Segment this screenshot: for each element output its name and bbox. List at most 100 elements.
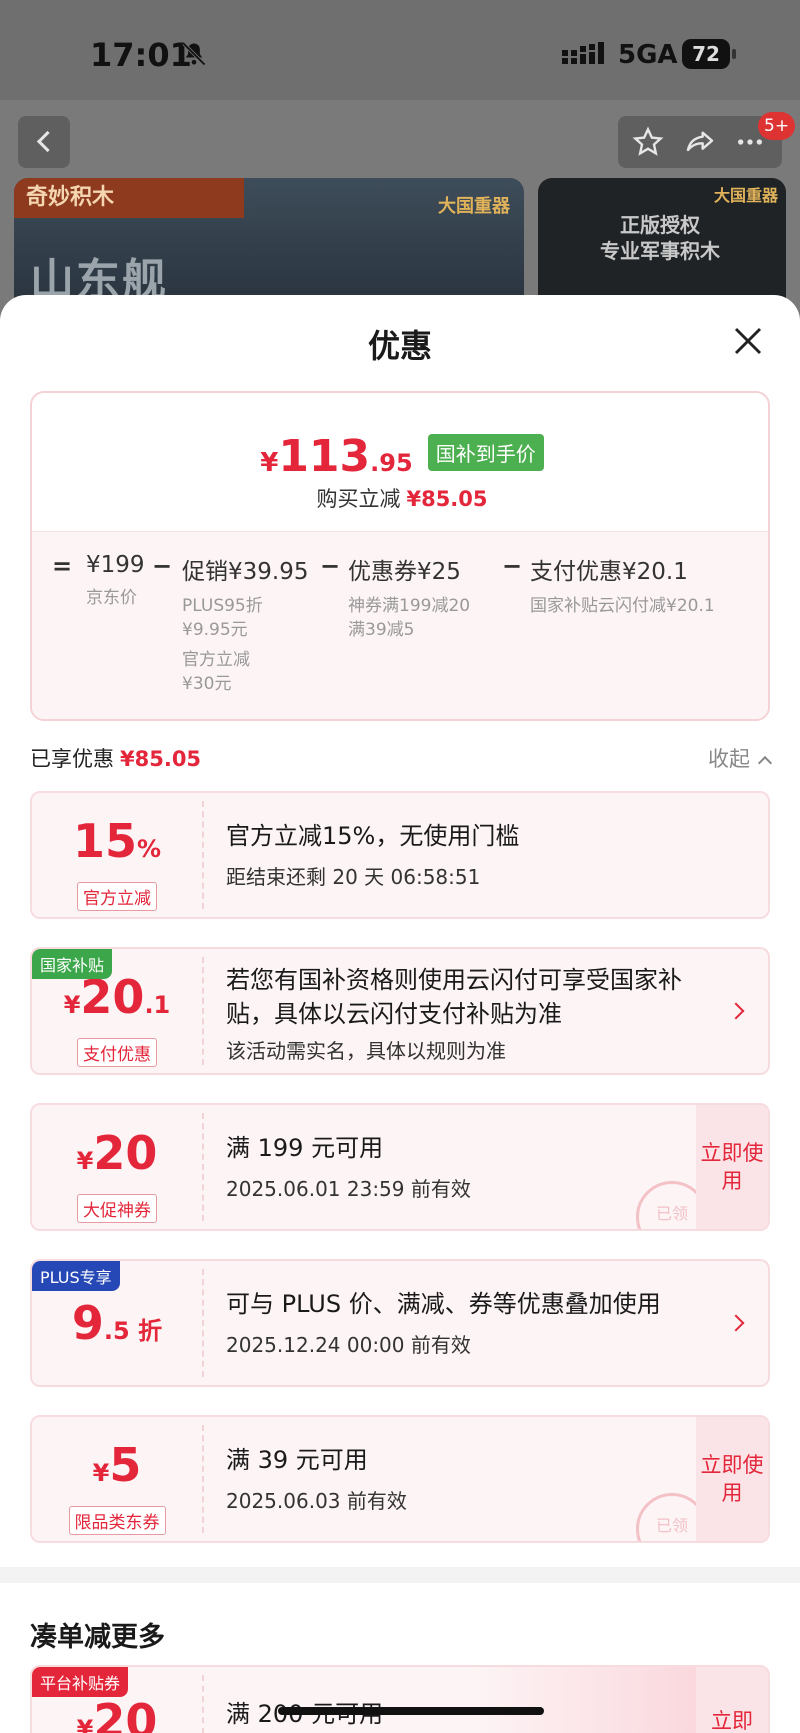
coupon-amount-small: .1 bbox=[144, 991, 171, 1019]
breakdown-jd-price: ¥199 京东价 bbox=[86, 552, 145, 610]
coupon-amount: 9.5 折 bbox=[32, 1299, 202, 1358]
banner-right-line2: 专业军事积木 bbox=[600, 239, 720, 263]
coupon-divider bbox=[202, 1269, 204, 1377]
chevron-right-icon[interactable] bbox=[727, 1002, 745, 1020]
back-button[interactable] bbox=[18, 116, 70, 168]
coupon-body: 官方立减15%，无使用门槛 距结束还剩 20 天 06:58:51 bbox=[226, 819, 726, 890]
banner-title: 山东舰 bbox=[30, 255, 168, 298]
minus-sign: − bbox=[152, 552, 173, 580]
use-now-button[interactable]: 立即使用 bbox=[696, 1417, 768, 1541]
coupon-platform-subsidy[interactable]: 平台补贴券 ¥20 满 200 元可用 立即 bbox=[30, 1665, 770, 1733]
status-time: 17:01 bbox=[90, 36, 192, 74]
coupon-national-subsidy[interactable]: ¥20.1 支付优惠 国家补贴 若您有国补资格则使用云闪付可享受国家补贴，具体以… bbox=[30, 947, 770, 1075]
coupon-corner-tag: 国家补贴 bbox=[32, 949, 113, 979]
instant-discount-line: 购买立减 ¥85.05 bbox=[32, 483, 768, 513]
home-indicator bbox=[278, 1707, 544, 1715]
coupon-type-label: 大促神券 bbox=[77, 1194, 157, 1223]
coupon-amount-big: 5 bbox=[109, 1438, 142, 1492]
chevron-right-icon[interactable] bbox=[727, 1314, 745, 1332]
star-icon[interactable] bbox=[632, 126, 664, 158]
coupon-amount-big: 9 bbox=[71, 1296, 104, 1350]
minus-sign: − bbox=[502, 552, 523, 580]
more-discounts-title: 凑单减更多 bbox=[30, 1622, 165, 1653]
subsidy-price-tag: 国补到手价 bbox=[427, 434, 544, 471]
instant-discount-value: ¥85.05 bbox=[406, 487, 488, 511]
coupon-amount-area: 15% 官方立减 bbox=[32, 793, 202, 917]
coupon-amount: ¥5 bbox=[32, 1441, 202, 1500]
coupon-note: 该活动需实名，具体以规则为准 bbox=[226, 1039, 506, 1063]
coupon-type-label: 支付优惠 bbox=[77, 1038, 157, 1067]
breakdown-promo: 促销¥39.95 PLUS95折 ¥9.95元 官方立减 ¥30元 bbox=[182, 552, 308, 696]
saved-discount-row: 已享优惠 ¥85.05 收起 bbox=[30, 743, 773, 775]
close-icon[interactable] bbox=[732, 325, 764, 357]
coupon-corner-tag: PLUS专享 bbox=[32, 1261, 120, 1291]
promo-value: 促销¥39.95 bbox=[182, 559, 309, 585]
price-currency: ¥ bbox=[260, 448, 279, 478]
coupon-amount-area: ¥20 bbox=[32, 1667, 202, 1733]
coupon-category-5[interactable]: ¥5 限品类东券 满 39 元可用 2025.06.03 前有效 已领 立即使用 bbox=[30, 1415, 770, 1543]
coupon-body: 若您有国补资格则使用云闪付可享受国家补贴，具体以云闪付支付补贴为准 该活动需实名… bbox=[226, 963, 706, 1064]
coupon-official-discount[interactable]: 15% 官方立减 官方立减15%，无使用门槛 距结束还剩 20 天 06:58:… bbox=[30, 791, 770, 919]
coupon-amount-big: 15 bbox=[72, 814, 137, 868]
coupon-divider bbox=[202, 1425, 204, 1533]
promo-sub-4: ¥30元 bbox=[182, 674, 232, 694]
jd-price-label: 京东价 bbox=[86, 588, 137, 608]
banner-tag: 大国重器 bbox=[438, 196, 510, 217]
banner-right-line1: 正版授权 bbox=[620, 213, 700, 237]
jd-price-value: ¥199 bbox=[86, 552, 145, 578]
coupon-divider bbox=[202, 1113, 204, 1221]
instant-discount-label: 购买立减 bbox=[316, 487, 401, 511]
coupon-promo-20[interactable]: ¥20 大促神券 满 199 元可用 2025.06.01 23:59 前有效 … bbox=[30, 1103, 770, 1231]
promo-sub-1: PLUS95折 bbox=[182, 596, 263, 616]
promo-sub-2: ¥9.95元 bbox=[182, 620, 248, 640]
battery-level: 72 bbox=[692, 42, 720, 66]
discount-sheet: 优惠 ¥113.95 国补到手价 购买立减 ¥85.05 = ¥199 京东价 −… bbox=[0, 295, 800, 1733]
coupon-plus-exclusive[interactable]: 9.5 折 PLUS专享 可与 PLUS 价、满减、券等优惠叠加使用 2025.… bbox=[30, 1259, 770, 1387]
coupon-amount: ¥20 bbox=[32, 1129, 202, 1188]
collapse-button[interactable]: 收起 bbox=[708, 743, 773, 773]
coupon-validity: 2025.12.24 00:00 前有效 bbox=[226, 1333, 471, 1357]
use-now-button[interactable]: 立即使用 bbox=[696, 1105, 768, 1229]
breakdown-payment: 支付优惠¥20.1 国家补贴云闪付减¥20.1 bbox=[530, 552, 715, 618]
status-bar: 17:01 5GA 72 bbox=[0, 0, 800, 100]
banner-right-tag: 大国重器 bbox=[713, 186, 778, 205]
share-icon[interactable] bbox=[684, 126, 716, 158]
bell-muted-icon bbox=[182, 42, 206, 66]
product-navbar bbox=[0, 100, 800, 180]
coupon-type-label: 限品类东券 bbox=[68, 1506, 166, 1535]
price-summary-card: ¥113.95 国补到手价 购买立减 ¥85.05 = ¥199 京东价 − 促销… bbox=[30, 391, 770, 721]
network-type: 5GA bbox=[618, 40, 678, 70]
coupon-body: 可与 PLUS 价、满减、券等优惠叠加使用 2025.12.24 00:00 前… bbox=[226, 1287, 726, 1358]
coupon-currency: ¥ bbox=[63, 991, 81, 1019]
coupon-amount: 15% bbox=[32, 817, 202, 876]
saved-label: 已享优惠 bbox=[30, 747, 114, 771]
coupon-sub-2: 满39减5 bbox=[348, 620, 415, 640]
product-image-main[interactable]: 奇妙积木 大国重器 山东舰 bbox=[14, 178, 524, 298]
coupon-amount-small: % bbox=[136, 835, 162, 863]
chevron-up-icon bbox=[757, 755, 773, 771]
coupon-detail: 神券满199减20 满39减5 bbox=[348, 594, 470, 642]
final-price: ¥113.95 国补到手价 bbox=[32, 431, 768, 482]
payment-detail: 国家补贴云闪付减¥20.1 bbox=[530, 596, 715, 616]
coupon-amount-big: 20 bbox=[93, 1694, 158, 1733]
coupon-amount: ¥20 bbox=[32, 1697, 202, 1733]
promo-detail: PLUS95折 ¥9.95元 官方立减 ¥30元 bbox=[182, 594, 308, 696]
coupon-sub-1: 神券满199减20 bbox=[348, 596, 471, 616]
brand-chip: 奇妙积木 bbox=[14, 178, 244, 218]
sheet-title: 优惠 bbox=[367, 327, 432, 365]
equals-sign: = bbox=[52, 552, 73, 580]
coupon-amount-area: ¥20 大促神券 bbox=[32, 1105, 202, 1229]
coupon-countdown: 距结束还剩 20 天 06:58:51 bbox=[226, 865, 481, 889]
use-now-button[interactable]: 立即 bbox=[696, 1667, 768, 1733]
coupon-title: 官方立减15%，无使用门槛 bbox=[226, 822, 520, 850]
price-integer: 113 bbox=[278, 431, 371, 482]
coupon-divider bbox=[202, 1675, 204, 1733]
product-image-secondary[interactable]: 大国重器 正版授权 专业军事积木 bbox=[538, 178, 786, 298]
coupon-title: 可与 PLUS 价、满减、券等优惠叠加使用 bbox=[226, 1290, 661, 1318]
coupon-amount-area: ¥5 限品类东券 bbox=[32, 1417, 202, 1541]
coupon-title: 满 39 元可用 bbox=[226, 1446, 368, 1474]
coupon-title: 满 199 元可用 bbox=[226, 1134, 384, 1162]
coupon-amount: ¥20.1 bbox=[32, 973, 202, 1032]
coupon-title: 若您有国补资格则使用云闪付可享受国家补贴，具体以云闪付支付补贴为准 bbox=[226, 966, 682, 1028]
saved-value: ¥85.05 bbox=[120, 747, 202, 771]
